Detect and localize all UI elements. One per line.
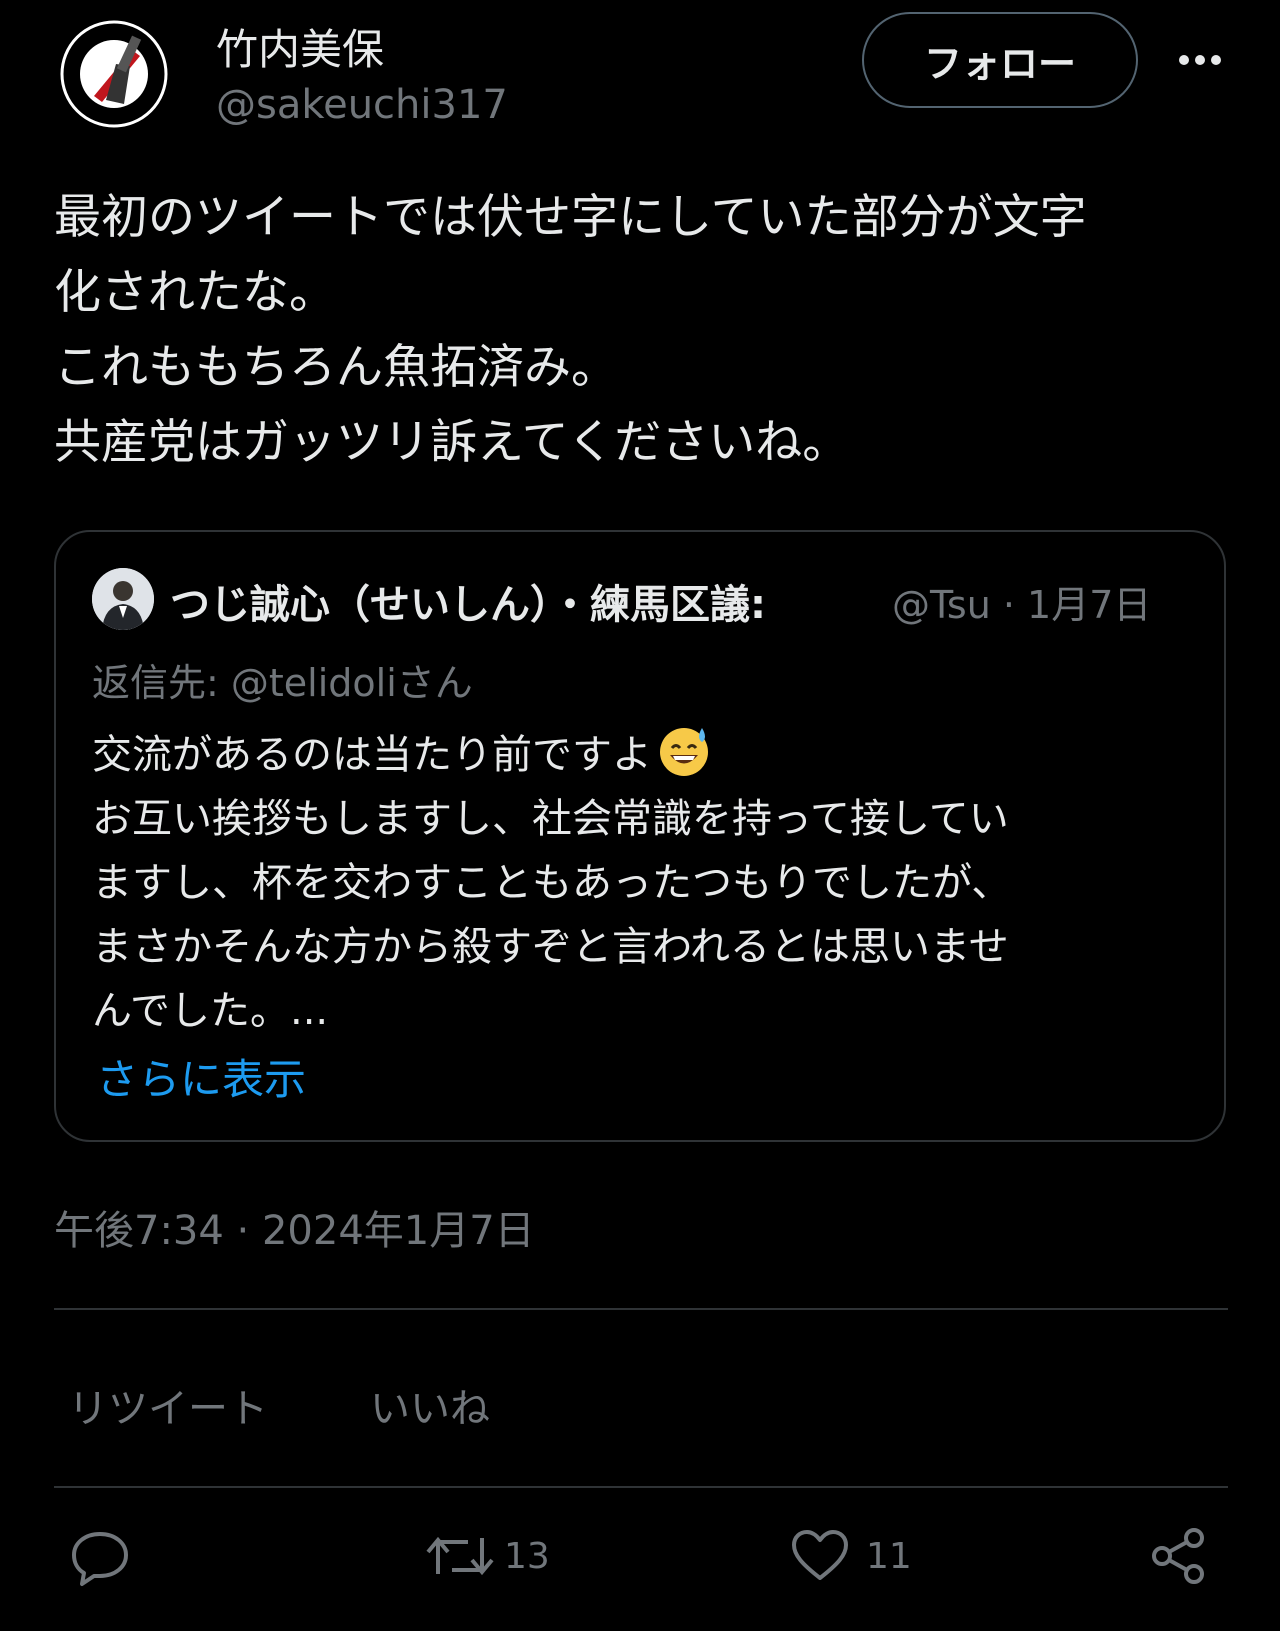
like-count: 11 bbox=[866, 1535, 912, 1577]
reply-icon bbox=[72, 1532, 128, 1586]
follow-button[interactable]: フォロー bbox=[862, 12, 1138, 108]
likes-stat-link[interactable]: いいね bbox=[370, 1376, 490, 1434]
quoted-reply-to: 返信先: @telidoliさん bbox=[92, 661, 473, 705]
share-icon bbox=[1152, 1528, 1204, 1584]
divider bbox=[54, 1486, 1228, 1488]
reply-button[interactable] bbox=[68, 1524, 132, 1588]
more-dots-icon bbox=[1179, 55, 1221, 65]
quoted-tweet-text: 交流があるのは当たり前ですよ お互い挨拶もしますし、社会常識を持って接してい ま… bbox=[92, 722, 1202, 1043]
retweet-button[interactable]: 13 bbox=[424, 1524, 550, 1588]
quoted-author-name: つじ誠心（せいしん）・練馬区議: bbox=[170, 582, 766, 628]
tweet-line: 共産党はガッツリ訴えてくださいね。 bbox=[54, 415, 850, 470]
working-class-anti-fascist-logo-icon bbox=[56, 16, 172, 132]
author-avatar[interactable] bbox=[54, 14, 174, 134]
retweet-icon bbox=[426, 1536, 494, 1576]
tweet-text: 最初のツイートでは伏せ字にしていた部分が文字 化されたな。 これももちろん魚拓済… bbox=[54, 180, 1234, 480]
quoted-line: お互い挨拶もしますし、社会常識を持って接してい bbox=[92, 796, 1009, 842]
quoted-author-meta: @Tsu · 1月7日 bbox=[892, 583, 1152, 627]
tweet-timestamp[interactable]: 午後7:34 · 2024年1月7日 bbox=[54, 1198, 535, 1256]
more-options-button[interactable] bbox=[1170, 36, 1230, 84]
author-display-name[interactable]: 竹内美保 bbox=[216, 16, 384, 77]
grinning-sweat-emoji-icon bbox=[656, 722, 712, 778]
show-more-link[interactable]: さらに表示 bbox=[96, 1046, 306, 1107]
tweet-line: 最初のツイートでは伏せ字にしていた部分が文字 bbox=[54, 190, 1087, 245]
quoted-line: まさかそんな方から殺すぞと言われるとは思いませ bbox=[92, 924, 1009, 970]
retweets-stat-link[interactable]: リツイート bbox=[68, 1376, 268, 1434]
share-button[interactable] bbox=[1146, 1524, 1210, 1588]
tweet-line: これももちろん魚拓済み。 bbox=[54, 340, 618, 395]
divider bbox=[54, 1308, 1228, 1310]
tweet-line: 化されたな。 bbox=[54, 265, 336, 320]
person-photo-icon bbox=[92, 568, 154, 630]
author-handle[interactable]: @sakeuchi317 bbox=[216, 82, 508, 128]
quoted-line: 交流があるのは当たり前ですよ bbox=[92, 722, 1202, 787]
quoted-author-avatar bbox=[92, 568, 154, 630]
heart-icon bbox=[792, 1530, 848, 1580]
retweet-count: 13 bbox=[504, 1535, 550, 1577]
quoted-line: んでした。... bbox=[92, 988, 329, 1034]
like-button[interactable]: 11 bbox=[788, 1524, 912, 1588]
quoted-line: ますし、杯を交わすこともあったつもりでしたが、 bbox=[92, 860, 1012, 906]
